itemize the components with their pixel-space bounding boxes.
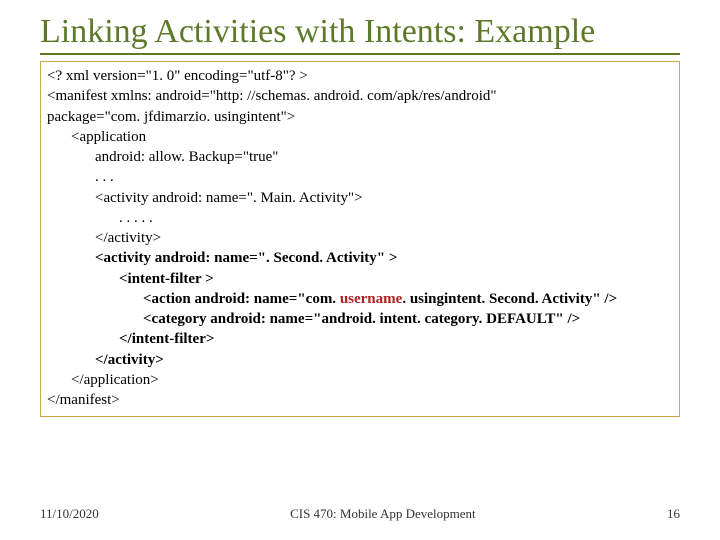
footer-page: 16	[667, 506, 680, 522]
code-line: . . . . .	[47, 208, 673, 228]
code-line: <intent-filter >	[47, 269, 673, 289]
code-line: </activity>	[47, 350, 673, 370]
code-username: username	[340, 291, 403, 307]
code-line: </application>	[47, 370, 673, 390]
code-line: <activity android: name=". Main. Activit…	[47, 188, 673, 208]
code-line: </manifest>	[47, 390, 673, 410]
slide-title: Linking Activities with Intents: Example	[40, 0, 680, 55]
code-line: <activity android: name=". Second. Activ…	[47, 248, 673, 268]
code-line: <application	[47, 127, 673, 147]
code-line: <category android: name="android. intent…	[47, 309, 673, 329]
code-line: </intent-filter>	[47, 329, 673, 349]
code-line: <? xml version="1. 0" encoding="utf-8"? …	[47, 66, 673, 86]
code-line: . . .	[47, 167, 673, 187]
slide: Linking Activities with Intents: Example…	[0, 0, 720, 540]
footer-date: 11/10/2020	[40, 506, 99, 522]
code-text: . usingintent. Second. Activity" />	[402, 291, 617, 307]
footer-course: CIS 470: Mobile App Development	[99, 506, 667, 522]
code-line: <manifest xmlns: android="http: //schema…	[47, 86, 673, 106]
code-line: android: allow. Backup="true"	[47, 147, 673, 167]
code-line: package="com. jfdimarzio. usingintent">	[47, 107, 673, 127]
code-block: <? xml version="1. 0" encoding="utf-8"? …	[40, 61, 680, 417]
footer: 11/10/2020 CIS 470: Mobile App Developme…	[40, 506, 680, 522]
code-line: <action android: name="com. username. us…	[47, 289, 673, 309]
code-line: </activity>	[47, 228, 673, 248]
code-text: <action android: name="com.	[143, 291, 340, 307]
